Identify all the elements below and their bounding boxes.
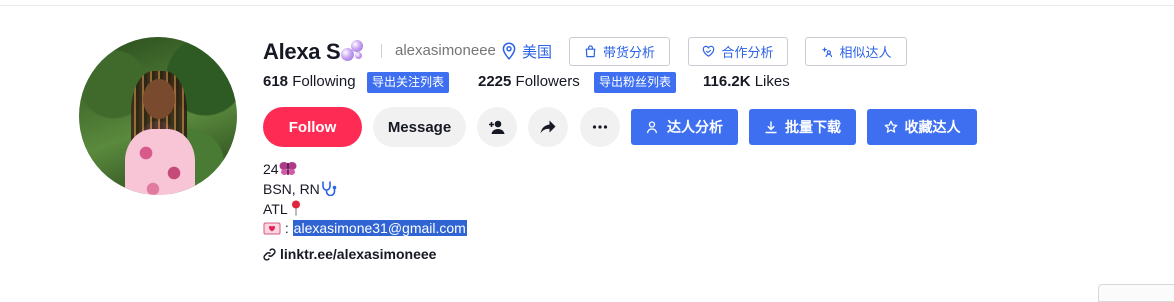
bubbles-emoji-icon: [341, 40, 365, 62]
red-pin-icon: [292, 200, 301, 216]
stethoscope-icon: [321, 181, 337, 196]
avatar-dress: [125, 129, 195, 195]
followers-count: 2225: [478, 73, 512, 90]
bio-link-text: linktr.ee/alexasimoneee: [280, 246, 437, 262]
bio-age: 24: [263, 161, 279, 177]
followers-stat[interactable]: 2225 Followers: [478, 73, 580, 90]
message-button[interactable]: Message: [373, 107, 466, 147]
following-label: Following: [292, 73, 356, 90]
similar-creators-button[interactable]: 相似达人: [805, 37, 907, 66]
star-icon: [884, 120, 897, 133]
username-handle: alexasimoneee: [395, 42, 496, 59]
share-arrow-icon: [540, 120, 556, 134]
email-text[interactable]: alexasimone31@gmail.com: [292, 220, 467, 236]
corner-widget[interactable]: [1098, 284, 1174, 302]
bio-link[interactable]: linktr.ee/alexasimoneee: [263, 246, 436, 262]
sparkle-people-icon: [822, 46, 833, 58]
top-border: [0, 0, 1174, 6]
batch-download-label: 批量下载: [785, 119, 841, 135]
bio-line-credentials: BSN, RN: [263, 180, 337, 198]
butterfly-icon: [279, 162, 297, 175]
person-add-icon: [489, 120, 505, 134]
creator-analysis-button[interactable]: 达人分析: [631, 109, 738, 145]
location-label: 美国: [522, 44, 553, 61]
location-pin-icon: [502, 42, 516, 60]
sales-analysis-button[interactable]: 带货分析: [569, 37, 670, 66]
favorite-creator-button[interactable]: 收藏达人: [867, 109, 977, 145]
coop-analysis-button[interactable]: 合作分析: [688, 37, 788, 66]
coop-analysis-label: 合作分析: [721, 45, 774, 60]
person-chart-icon: [646, 121, 658, 134]
creator-analysis-label: 达人分析: [667, 119, 723, 135]
bio-line-city: ATL: [263, 200, 301, 218]
download-icon: [765, 121, 777, 134]
bio-line-email: : alexasimone31@gmail.com: [263, 219, 467, 237]
likes-label: Likes: [754, 73, 790, 90]
link-icon: [263, 247, 276, 261]
shopping-bag-icon: [585, 45, 596, 58]
handshake-heart-icon: [703, 45, 715, 57]
following-count: 618: [263, 73, 289, 90]
export-following-button[interactable]: 导出关注列表: [367, 72, 450, 93]
avatar[interactable]: [79, 37, 237, 195]
follow-button[interactable]: Follow: [263, 107, 362, 147]
avatar-face: [143, 79, 175, 119]
export-followers-button[interactable]: 导出粉丝列表: [594, 72, 677, 93]
likes-count: 116.2K: [703, 73, 751, 90]
header-divider: [381, 44, 382, 58]
likes-stat: 116.2K Likes: [703, 73, 790, 90]
love-letter-icon: [263, 222, 281, 235]
more-options-button[interactable]: [580, 107, 620, 147]
more-dots-icon: [592, 125, 608, 129]
share-button[interactable]: [528, 107, 568, 147]
followers-label: Followers: [515, 73, 580, 90]
add-friend-button[interactable]: [477, 107, 517, 147]
bio-credentials: BSN, RN: [263, 181, 320, 197]
batch-download-button[interactable]: 批量下载: [749, 109, 856, 145]
following-stat[interactable]: 618 Following: [263, 73, 356, 90]
bio-city: ATL: [263, 201, 288, 217]
favorite-creator-label: 收藏达人: [904, 119, 961, 135]
sales-analysis-label: 带货分析: [602, 45, 655, 60]
display-name: Alexa S: [263, 39, 341, 64]
email-separator: :: [284, 220, 289, 236]
bio-line-age: 24: [263, 160, 297, 178]
similar-creators-label: 相似达人: [839, 45, 892, 60]
